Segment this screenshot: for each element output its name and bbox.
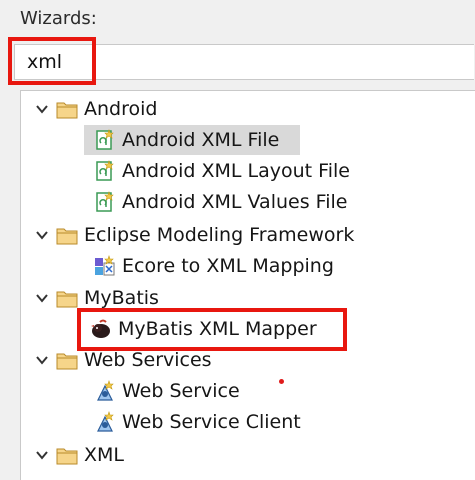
- tree-item-android-xml-layout-file[interactable]: Android XML Layout File: [94, 156, 350, 186]
- ecore-mapping-icon: [95, 255, 115, 276]
- chevron-down-icon[interactable]: [34, 447, 50, 463]
- tree-item-web-service[interactable]: Web Service: [94, 376, 240, 406]
- folder-icon: [56, 102, 78, 119]
- web-service-icon: [97, 380, 114, 401]
- tree-folder-xml[interactable]: XML: [34, 440, 124, 470]
- tree-item-label: Android XML Layout File: [122, 160, 350, 182]
- tree-item-android-xml-values-file[interactable]: Android XML Values File: [94, 187, 347, 217]
- chevron-down-icon[interactable]: [34, 290, 50, 306]
- wizards-label: Wizards:: [20, 8, 97, 29]
- android-xml-layout-file-icon: [96, 160, 114, 181]
- android-xml-values-file-icon: [96, 191, 114, 212]
- tree-folder-eclipse-modeling-framework[interactable]: Eclipse Modeling Framework: [34, 220, 354, 250]
- tree-item-label: Web Service: [122, 380, 240, 402]
- web-service-client-icon: [97, 411, 114, 432]
- red-dot-marker: [279, 379, 284, 384]
- tree-folder-label: Web Services: [84, 349, 212, 371]
- tree-folder-label: XML: [84, 444, 124, 466]
- folder-icon: [56, 291, 78, 308]
- chevron-down-icon[interactable]: [34, 352, 50, 368]
- tree-folder-label: Eclipse Modeling Framework: [84, 224, 355, 246]
- folder-icon: [56, 228, 78, 245]
- tree-folder-label: Android: [84, 98, 158, 120]
- chevron-down-icon[interactable]: [34, 101, 50, 117]
- filter-highlight-box: [8, 37, 96, 85]
- folder-icon: [56, 353, 78, 370]
- tree-item-label: Web Service Client: [122, 411, 301, 433]
- tree-folder-android[interactable]: Android: [34, 94, 157, 124]
- folder-icon: [56, 448, 78, 465]
- tree-folder-web-services[interactable]: Web Services: [34, 345, 212, 375]
- tree-folder-label: MyBatis: [84, 287, 159, 309]
- android-xml-file-icon: [96, 129, 114, 150]
- tree-item-label: Android XML File: [122, 129, 280, 151]
- tree-item-web-service-client[interactable]: Web Service Client: [94, 407, 301, 437]
- tree-item-label: Ecore to XML Mapping: [122, 255, 334, 277]
- tree-item-ecore-to-xml-mapping[interactable]: Ecore to XML Mapping: [94, 251, 334, 281]
- chevron-down-icon[interactable]: [34, 227, 50, 243]
- tree-item-android-xml-file[interactable]: Android XML File: [94, 125, 279, 155]
- tree-item-label: Android XML Values File: [122, 191, 348, 213]
